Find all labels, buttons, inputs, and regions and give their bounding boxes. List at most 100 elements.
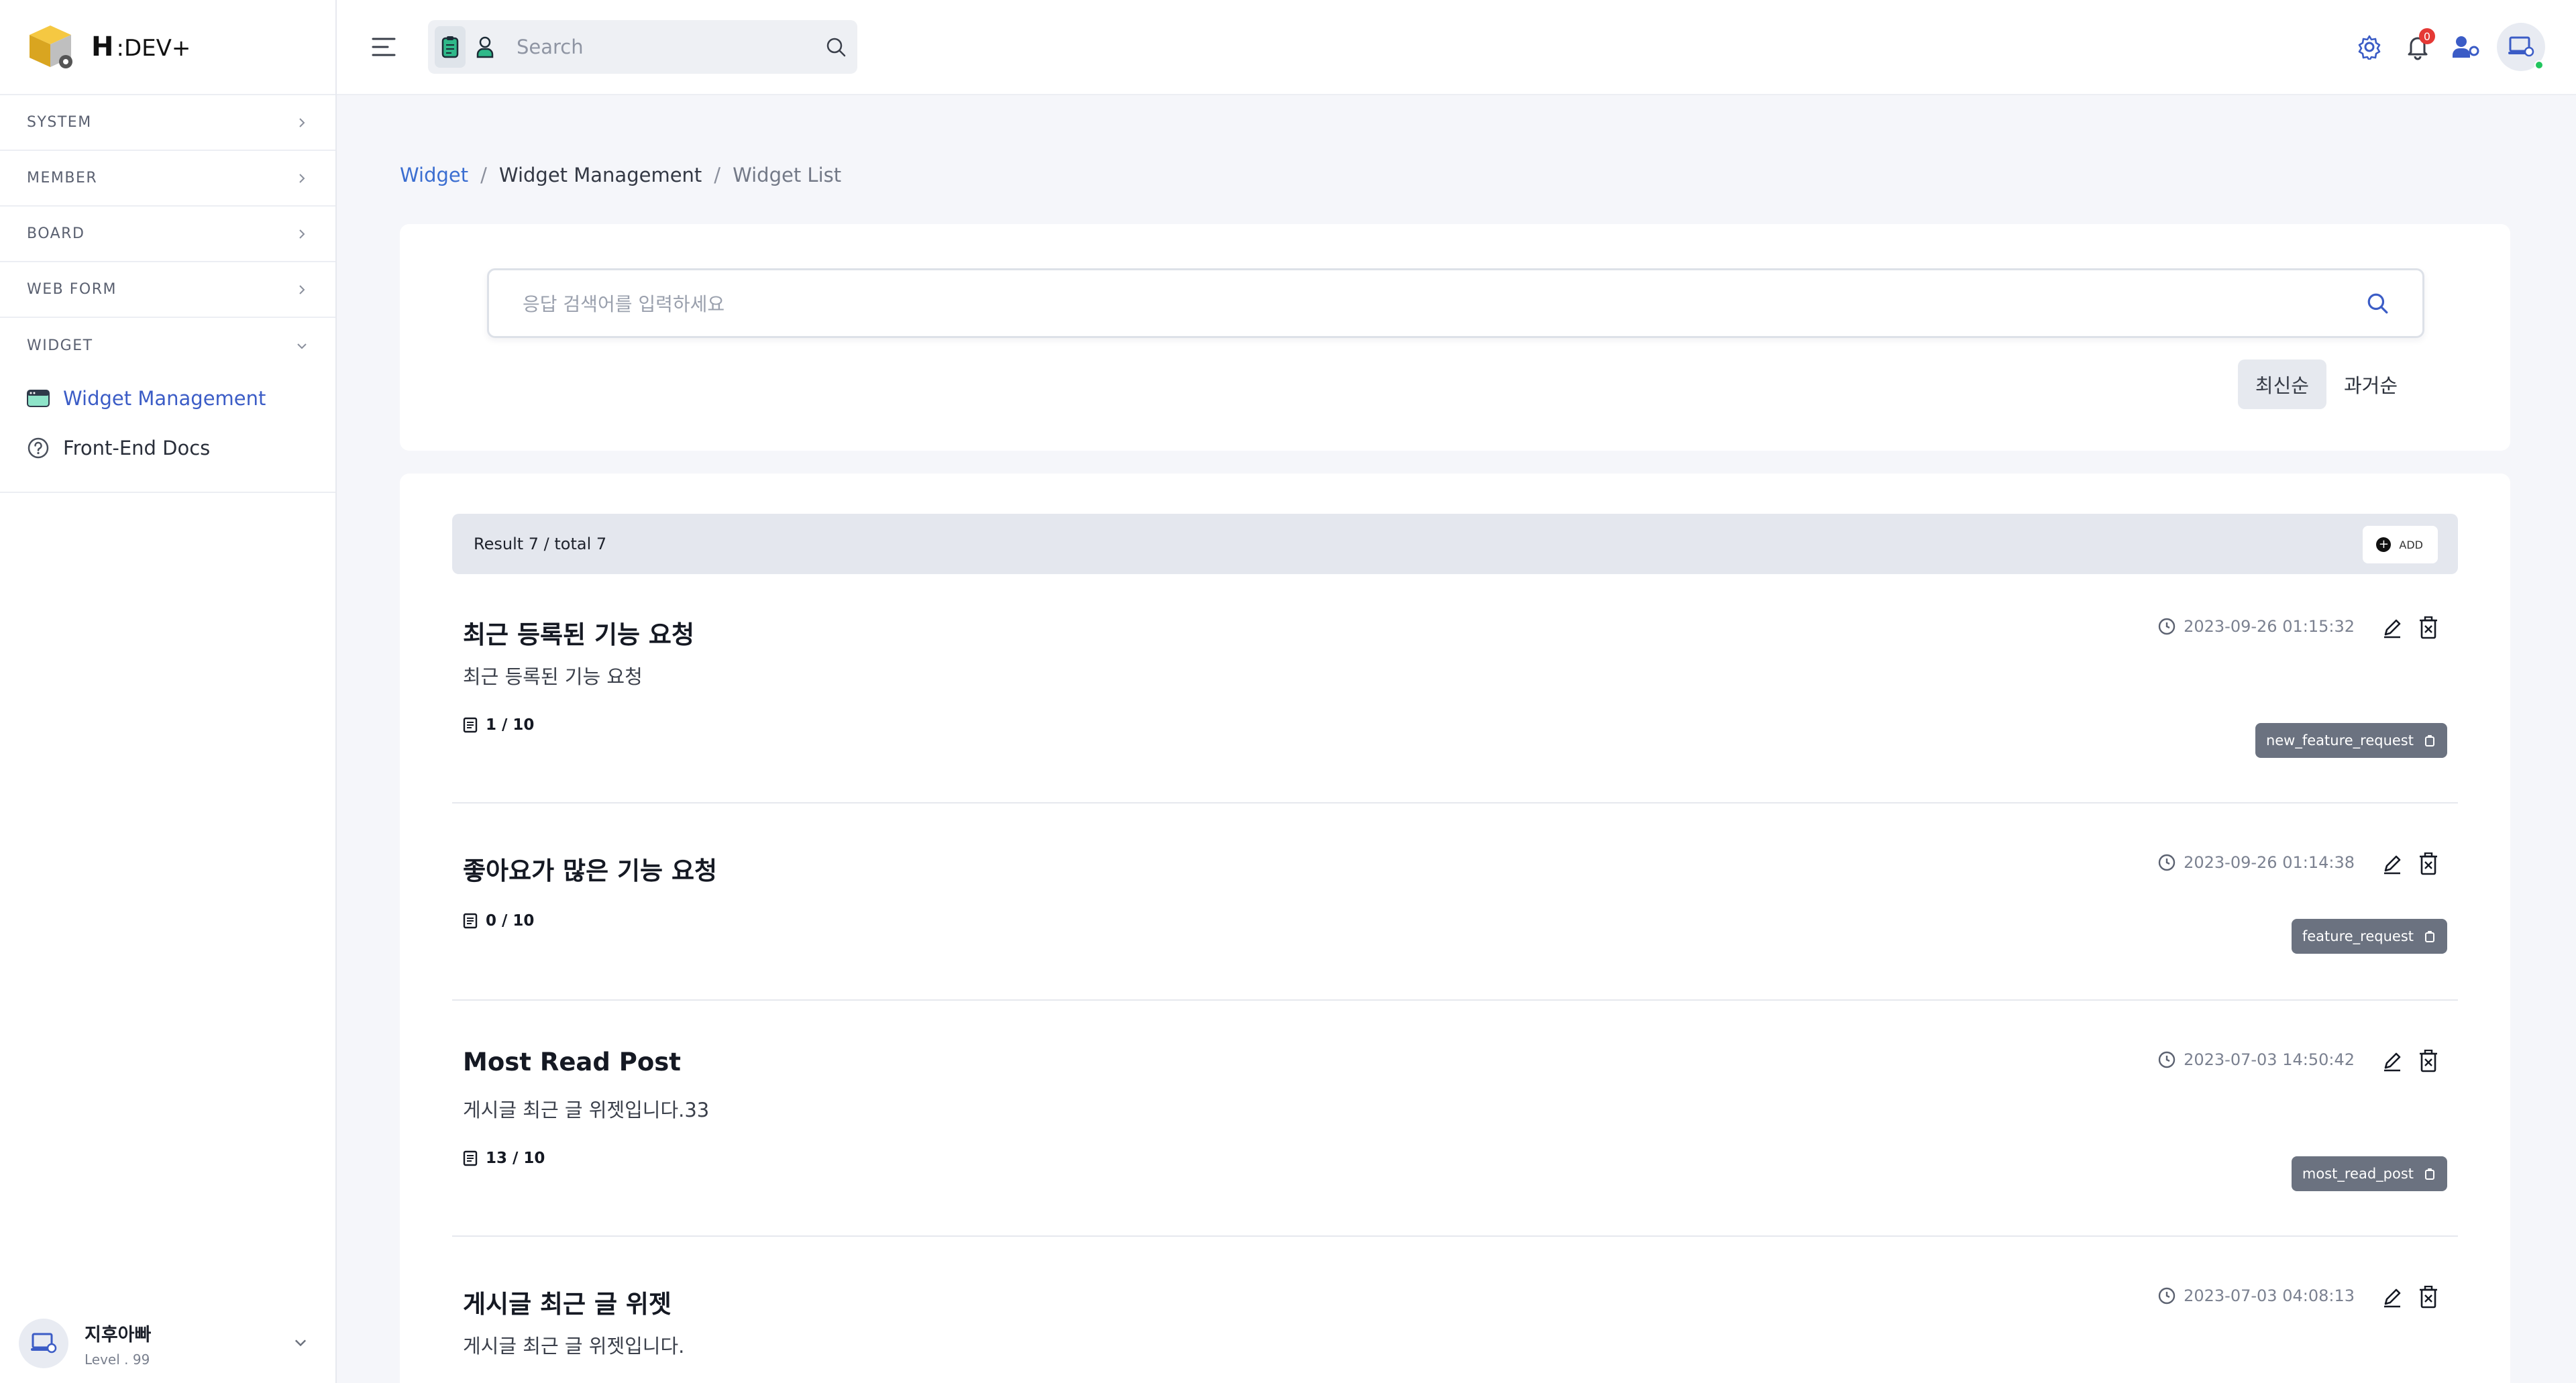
widget-date-value: 2023-09-26 01:14:38 — [2184, 853, 2355, 872]
brand[interactable]: H :DEV+ — [0, 0, 335, 95]
logo-cube-icon — [27, 23, 74, 71]
widget-description: 최근 등록된 기능 요청 — [463, 665, 643, 688]
delete-button[interactable] — [2415, 1284, 2442, 1311]
brand-initial: H — [91, 32, 114, 62]
sidebar-user-profile[interactable]: 지후아빠 Level . 99 — [0, 1304, 335, 1383]
avatar[interactable] — [2497, 23, 2545, 71]
widget-list-panel: Result 7 / total 7 + ADD 최근 등록된 기능 요청 최근… — [400, 474, 2510, 1383]
search-icon[interactable] — [2366, 292, 2389, 315]
trash-icon — [2420, 1286, 2437, 1309]
plus-circle-icon: + — [2376, 537, 2392, 552]
delete-button[interactable] — [2415, 614, 2442, 641]
widget-code-tag[interactable]: most_read_post — [2291, 1156, 2447, 1191]
nav-section-widget[interactable]: WIDGET — [0, 318, 335, 374]
list-item: Most Read Post 게시글 최근 글 위젯입니다.33 13 / 10… — [452, 1001, 2458, 1237]
chevron-down-icon[interactable] — [292, 1335, 309, 1351]
widget-code-tag[interactable]: new_feature_request — [2255, 723, 2447, 758]
delete-button[interactable] — [2415, 850, 2442, 877]
trash-icon — [2420, 616, 2437, 639]
search-icon[interactable] — [825, 36, 847, 58]
document-icon — [463, 913, 478, 929]
clock-icon — [2158, 618, 2176, 635]
widget-count-value: 0 / 10 — [486, 912, 535, 930]
user-settings-button[interactable] — [2446, 23, 2486, 71]
pencil-icon — [2384, 855, 2401, 875]
user-icon — [476, 36, 494, 58]
add-widget-button[interactable]: + ADD — [2363, 526, 2438, 563]
laptop-user-icon — [31, 1333, 57, 1353]
trash-icon — [2420, 852, 2437, 875]
chevron-right-icon — [299, 173, 305, 183]
result-summary: Result 7 / total 7 — [474, 535, 607, 553]
gear-icon — [2358, 35, 2381, 60]
menu-toggle-icon[interactable] — [370, 35, 397, 59]
breadcrumb: Widget / Widget Management / Widget List — [400, 164, 841, 186]
widget-search-field[interactable]: 응답 검색어를 입력하세요 — [487, 268, 2424, 338]
widget-date-value: 2023-09-26 01:15:32 — [2184, 617, 2355, 636]
breadcrumb-widget[interactable]: Widget — [400, 164, 468, 186]
widget-description: 게시글 최근 글 위젯입니다. — [463, 1335, 685, 1358]
search-panel: 응답 검색어를 입력하세요 최신순 과거순 — [400, 224, 2510, 451]
widget-code-tag[interactable]: feature_request — [2291, 919, 2447, 954]
brand-name: H :DEV+ — [91, 32, 191, 62]
search-scope-board-button[interactable] — [435, 26, 466, 68]
notification-count-badge: 0 — [2419, 28, 2435, 44]
clock-icon — [2158, 1051, 2176, 1068]
laptop-user-icon — [2508, 36, 2534, 57]
widget-count: 13 / 10 — [463, 1150, 545, 1167]
nav-section-board[interactable]: BOARD — [0, 207, 335, 262]
widget-title[interactable]: 게시글 최근 글 위젯 — [463, 1284, 672, 1320]
edit-button[interactable] — [2379, 850, 2406, 877]
widget-code: new_feature_request — [2265, 732, 2414, 749]
notifications-button[interactable]: 0 — [2398, 23, 2438, 71]
breadcrumb-widget-list: Widget List — [733, 164, 842, 186]
edit-button[interactable] — [2379, 614, 2406, 641]
sidebar-item-label: Widget Management — [63, 387, 266, 410]
sort-oldest-button[interactable]: 과거순 — [2326, 359, 2415, 409]
widget-date: 2023-07-03 14:50:42 — [2158, 1050, 2355, 1069]
chevron-right-icon — [299, 284, 305, 294]
result-bar: Result 7 / total 7 + ADD — [452, 514, 2458, 574]
nav-section-label: BOARD — [27, 225, 85, 242]
widget-title[interactable]: 좋아요가 많은 기능 요청 — [463, 850, 717, 887]
nav-section-member[interactable]: MEMBER — [0, 151, 335, 207]
widget-date: 2023-07-03 04:08:13 — [2158, 1286, 2355, 1305]
sidebar: H :DEV+ SYSTEM MEMBER BOARD WEB FORM WID… — [0, 0, 337, 1383]
widget-description: 게시글 최근 글 위젯입니다.33 — [463, 1099, 710, 1121]
widget-title[interactable]: Most Read Post — [463, 1048, 681, 1076]
sidebar-item-widget-management[interactable]: Widget Management — [0, 374, 335, 423]
help-circle-icon — [27, 437, 50, 459]
trash-icon — [2420, 1050, 2437, 1072]
delete-button[interactable] — [2415, 1048, 2442, 1074]
widget-title[interactable]: 최근 등록된 기능 요청 — [463, 614, 694, 651]
brand-suffix: :DEV+ — [116, 35, 191, 62]
edit-button[interactable] — [2379, 1284, 2406, 1311]
chevron-right-icon — [299, 117, 305, 127]
user-level: Level . 99 — [85, 1351, 150, 1368]
sort-newest-button[interactable]: 최신순 — [2237, 359, 2326, 409]
document-icon — [463, 1150, 478, 1166]
copy-icon — [2425, 931, 2434, 942]
nav-section-web-form[interactable]: WEB FORM — [0, 262, 335, 318]
widget-count-value: 13 / 10 — [486, 1150, 545, 1167]
pencil-icon — [2384, 1288, 2401, 1308]
add-label: ADD — [2399, 538, 2423, 551]
copy-icon — [2425, 735, 2434, 746]
widget-code: feature_request — [2302, 928, 2414, 944]
global-search[interactable]: Search — [428, 20, 857, 74]
clock-icon — [2158, 854, 2176, 871]
breadcrumb-separator: / — [714, 164, 721, 186]
clipboard-icon — [441, 36, 459, 58]
copy-icon — [2425, 1168, 2434, 1180]
search-scope-user-button[interactable] — [470, 26, 500, 68]
widget-search-input[interactable]: 응답 검색어를 입력하세요 — [523, 290, 2366, 317]
widget-date: 2023-09-26 01:15:32 — [2158, 617, 2355, 636]
edit-button[interactable] — [2379, 1048, 2406, 1074]
sidebar-item-front-end-docs[interactable]: Front-End Docs — [0, 423, 335, 473]
nav-section-system[interactable]: SYSTEM — [0, 95, 335, 151]
nav-section-label: SYSTEM — [27, 114, 92, 131]
search-input[interactable]: Search — [517, 36, 825, 58]
settings-button[interactable] — [2349, 23, 2390, 71]
pencil-icon — [2384, 1052, 2401, 1072]
breadcrumb-widget-management[interactable]: Widget Management — [499, 164, 702, 186]
